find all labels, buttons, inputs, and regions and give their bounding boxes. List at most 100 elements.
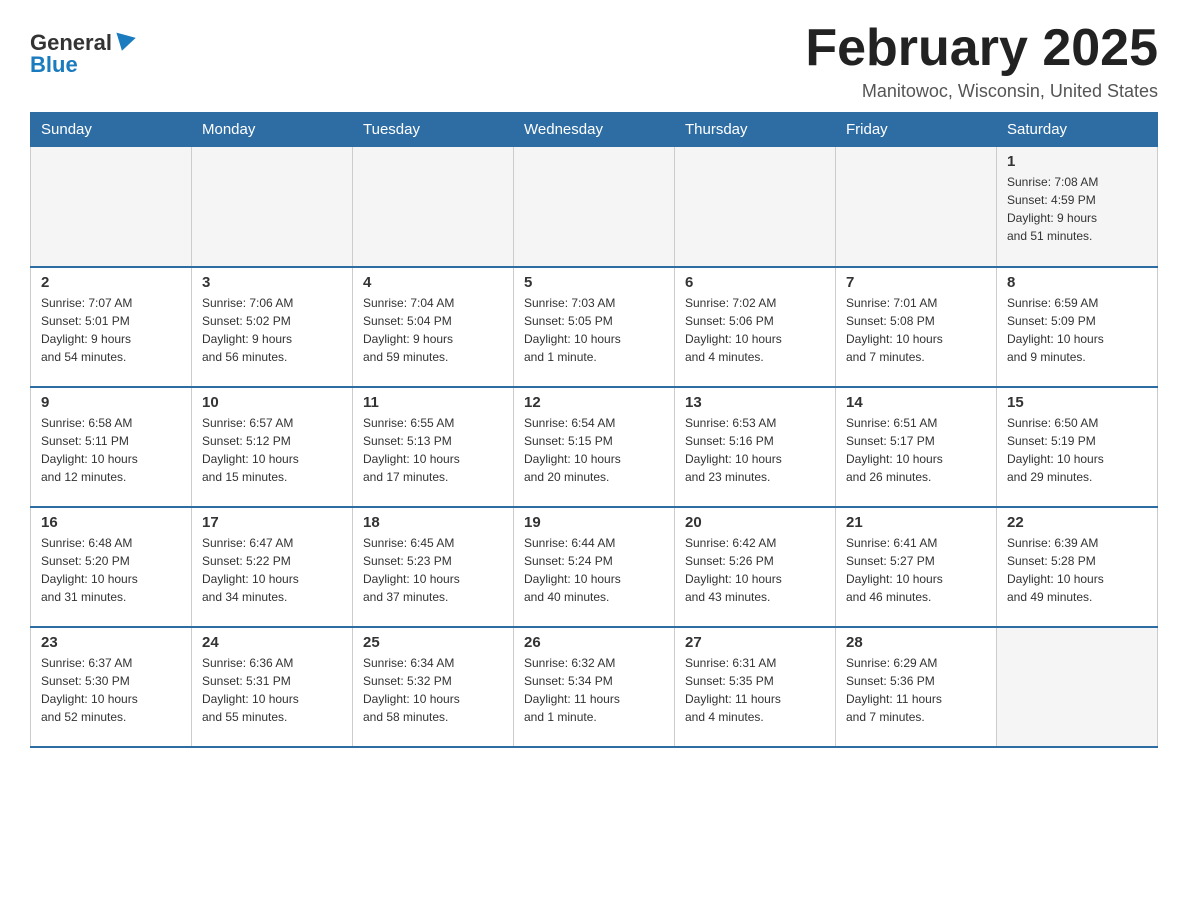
day-number: 18	[363, 514, 503, 531]
day-number: 16	[41, 514, 181, 531]
calendar-day-cell: 3 Sunrise: 7:06 AMSunset: 5:02 PMDaylight…	[192, 267, 353, 387]
title-area: February 2025 Manitowoc, Wisconsin, Unit…	[805, 20, 1158, 102]
day-number: 14	[846, 394, 986, 411]
calendar-day-cell: 11 Sunrise: 6:55 AMSunset: 5:13 PMDayligh…	[353, 387, 514, 507]
calendar-week-row: 2 Sunrise: 7:07 AMSunset: 5:01 PMDaylight…	[31, 267, 1158, 387]
calendar-day-cell: 16 Sunrise: 6:48 AMSunset: 5:20 PMDayligh…	[31, 507, 192, 627]
day-info: Sunrise: 6:31 AMSunset: 5:35 PMDaylight:…	[685, 654, 825, 726]
logo: General Blue	[30, 30, 136, 78]
calendar-day-cell: 10Sunrise: 6:57 AMSunset: 5:12 PMDayligh…	[192, 387, 353, 507]
day-number: 8	[1007, 274, 1147, 291]
calendar-day-cell	[514, 147, 675, 267]
calendar-week-row: 1 Sunrise: 7:08 AMSunset: 4:59 PMDaylight…	[31, 147, 1158, 267]
day-number: 1	[1007, 153, 1147, 170]
calendar-header: SundayMondayTuesdayWednesdayThursdayFrid…	[31, 113, 1158, 147]
calendar-body: 1 Sunrise: 7:08 AMSunset: 4:59 PMDaylight…	[31, 147, 1158, 747]
day-number: 17	[202, 514, 342, 531]
day-info: Sunrise: 7:08 AMSunset: 4:59 PMDaylight:…	[1007, 173, 1147, 245]
day-info: Sunrise: 6:29 AMSunset: 5:36 PMDaylight:…	[846, 654, 986, 726]
calendar-day-cell: 1 Sunrise: 7:08 AMSunset: 4:59 PMDaylight…	[997, 147, 1158, 267]
day-number: 12	[524, 394, 664, 411]
calendar-week-row: 9Sunrise: 6:58 AMSunset: 5:11 PMDaylight…	[31, 387, 1158, 507]
day-info: Sunrise: 6:53 AMSunset: 5:16 PMDaylight:…	[685, 414, 825, 486]
day-info: Sunrise: 6:55 AMSunset: 5:13 PMDaylight:…	[363, 414, 503, 486]
calendar-day-cell	[836, 147, 997, 267]
day-info: Sunrise: 6:42 AMSunset: 5:26 PMDaylight:…	[685, 534, 825, 606]
day-number: 9	[41, 394, 181, 411]
month-title: February 2025	[805, 20, 1158, 77]
calendar-day-cell	[192, 147, 353, 267]
day-number: 20	[685, 514, 825, 531]
weekday-header: Sunday	[31, 113, 192, 147]
day-number: 5	[524, 274, 664, 291]
day-info: Sunrise: 6:54 AMSunset: 5:15 PMDaylight:…	[524, 414, 664, 486]
day-number: 6	[685, 274, 825, 291]
day-info: Sunrise: 7:04 AMSunset: 5:04 PMDaylight:…	[363, 294, 503, 366]
calendar-day-cell: 21 Sunrise: 6:41 AMSunset: 5:27 PMDayligh…	[836, 507, 997, 627]
calendar-day-cell: 7 Sunrise: 7:01 AMSunset: 5:08 PMDaylight…	[836, 267, 997, 387]
day-number: 22	[1007, 514, 1147, 531]
calendar-day-cell	[997, 627, 1158, 747]
day-number: 21	[846, 514, 986, 531]
day-number: 11	[363, 394, 503, 411]
calendar-day-cell: 22 Sunrise: 6:39 AMSunset: 5:28 PMDayligh…	[997, 507, 1158, 627]
calendar-week-row: 23Sunrise: 6:37 AMSunset: 5:30 PMDayligh…	[31, 627, 1158, 747]
day-info: Sunrise: 7:07 AMSunset: 5:01 PMDaylight:…	[41, 294, 181, 366]
day-info: Sunrise: 6:44 AMSunset: 5:24 PMDaylight:…	[524, 534, 664, 606]
day-number: 19	[524, 514, 664, 531]
day-info: Sunrise: 6:51 AMSunset: 5:17 PMDaylight:…	[846, 414, 986, 486]
calendar-day-cell: 2 Sunrise: 7:07 AMSunset: 5:01 PMDaylight…	[31, 267, 192, 387]
day-number: 2	[41, 274, 181, 291]
weekday-header: Monday	[192, 113, 353, 147]
weekday-header: Tuesday	[353, 113, 514, 147]
calendar-day-cell: 19 Sunrise: 6:44 AMSunset: 5:24 PMDayligh…	[514, 507, 675, 627]
day-info: Sunrise: 6:41 AMSunset: 5:27 PMDaylight:…	[846, 534, 986, 606]
day-info: Sunrise: 6:37 AMSunset: 5:30 PMDaylight:…	[41, 654, 181, 726]
day-number: 7	[846, 274, 986, 291]
calendar-day-cell	[675, 147, 836, 267]
calendar-day-cell: 26Sunrise: 6:32 AMSunset: 5:34 PMDayligh…	[514, 627, 675, 747]
day-info: Sunrise: 6:48 AMSunset: 5:20 PMDaylight:…	[41, 534, 181, 606]
logo-blue-text: Blue	[30, 52, 78, 78]
day-number: 13	[685, 394, 825, 411]
calendar-day-cell: 17Sunrise: 6:47 AMSunset: 5:22 PMDayligh…	[192, 507, 353, 627]
page-header: General Blue February 2025 Manitowoc, Wi…	[30, 20, 1158, 102]
day-info: Sunrise: 7:03 AMSunset: 5:05 PMDaylight:…	[524, 294, 664, 366]
calendar-day-cell: 9Sunrise: 6:58 AMSunset: 5:11 PMDaylight…	[31, 387, 192, 507]
calendar-day-cell: 18 Sunrise: 6:45 AMSunset: 5:23 PMDayligh…	[353, 507, 514, 627]
day-number: 25	[363, 634, 503, 651]
calendar-day-cell: 25Sunrise: 6:34 AMSunset: 5:32 PMDayligh…	[353, 627, 514, 747]
calendar-week-row: 16 Sunrise: 6:48 AMSunset: 5:20 PMDayligh…	[31, 507, 1158, 627]
calendar-day-cell: 24Sunrise: 6:36 AMSunset: 5:31 PMDayligh…	[192, 627, 353, 747]
weekday-header-row: SundayMondayTuesdayWednesdayThursdayFrid…	[31, 113, 1158, 147]
calendar-day-cell: 4Sunrise: 7:04 AMSunset: 5:04 PMDaylight…	[353, 267, 514, 387]
calendar-day-cell: 23Sunrise: 6:37 AMSunset: 5:30 PMDayligh…	[31, 627, 192, 747]
calendar-day-cell: 5 Sunrise: 7:03 AMSunset: 5:05 PMDaylight…	[514, 267, 675, 387]
calendar-day-cell: 6 Sunrise: 7:02 AMSunset: 5:06 PMDaylight…	[675, 267, 836, 387]
location-subtitle: Manitowoc, Wisconsin, United States	[805, 81, 1158, 102]
day-info: Sunrise: 7:01 AMSunset: 5:08 PMDaylight:…	[846, 294, 986, 366]
weekday-header: Thursday	[675, 113, 836, 147]
calendar-day-cell	[31, 147, 192, 267]
weekday-header: Saturday	[997, 113, 1158, 147]
calendar-day-cell: 14 Sunrise: 6:51 AMSunset: 5:17 PMDayligh…	[836, 387, 997, 507]
calendar-day-cell: 13 Sunrise: 6:53 AMSunset: 5:16 PMDayligh…	[675, 387, 836, 507]
day-info: Sunrise: 6:59 AMSunset: 5:09 PMDaylight:…	[1007, 294, 1147, 366]
day-number: 15	[1007, 394, 1147, 411]
day-number: 27	[685, 634, 825, 651]
day-info: Sunrise: 7:02 AMSunset: 5:06 PMDaylight:…	[685, 294, 825, 366]
day-number: 28	[846, 634, 986, 651]
calendar-day-cell	[353, 147, 514, 267]
day-info: Sunrise: 6:45 AMSunset: 5:23 PMDaylight:…	[363, 534, 503, 606]
day-info: Sunrise: 6:39 AMSunset: 5:28 PMDaylight:…	[1007, 534, 1147, 606]
calendar-day-cell: 27 Sunrise: 6:31 AMSunset: 5:35 PMDayligh…	[675, 627, 836, 747]
calendar-table: SundayMondayTuesdayWednesdayThursdayFrid…	[30, 112, 1158, 748]
day-info: Sunrise: 6:57 AMSunset: 5:12 PMDaylight:…	[202, 414, 342, 486]
day-number: 24	[202, 634, 342, 651]
day-info: Sunrise: 6:50 AMSunset: 5:19 PMDaylight:…	[1007, 414, 1147, 486]
day-info: Sunrise: 7:06 AMSunset: 5:02 PMDaylight:…	[202, 294, 342, 366]
day-number: 3	[202, 274, 342, 291]
day-info: Sunrise: 6:32 AMSunset: 5:34 PMDaylight:…	[524, 654, 664, 726]
logo-triangle-icon	[112, 33, 135, 54]
calendar-day-cell: 28 Sunrise: 6:29 AMSunset: 5:36 PMDayligh…	[836, 627, 997, 747]
